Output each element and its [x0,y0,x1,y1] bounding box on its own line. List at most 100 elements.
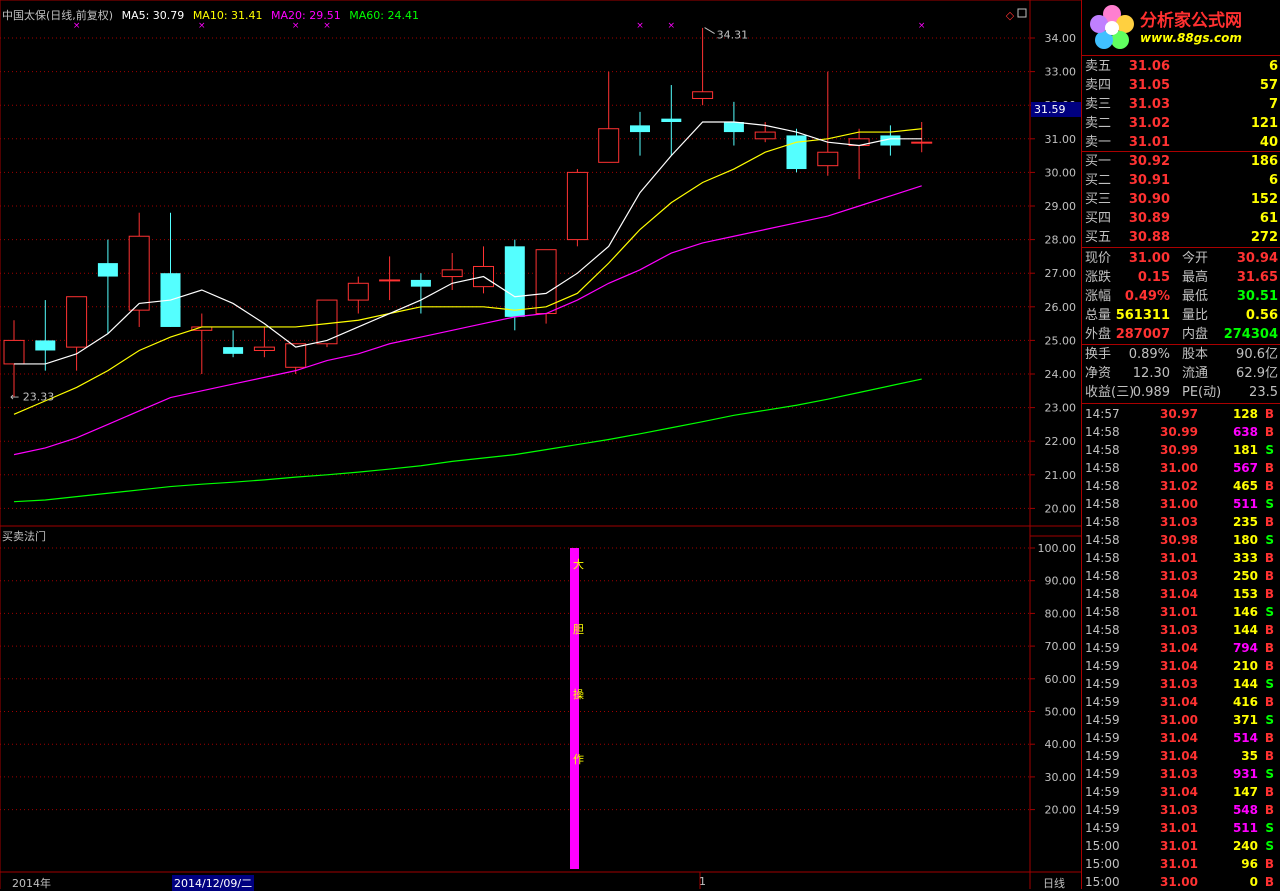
tick-row: 14:59 31.04 416 B [1085,693,1278,711]
tick-row: 14:57 30.97 128 B [1085,405,1278,423]
tick-price: 30.99 [1160,425,1198,439]
tick-row: 15:00 31.01 240 S [1085,837,1278,855]
tick-time: 14:59 [1085,713,1120,727]
ma10-label: MA10: 31.41 [192,9,263,22]
ask-volume: 40 [1259,135,1278,150]
tick-time: 14:59 [1085,659,1120,673]
quote-label: 内盘 [1182,327,1209,342]
price-axis-label: 26.00 [1045,301,1077,314]
tick-price: 31.04 [1160,749,1198,763]
tick-side: B [1264,407,1274,421]
price-axis-label: 23.00 [1045,402,1077,415]
current-price-tag: 31.59 [1031,102,1081,117]
site-logo: 分析家公式网 www.88gs.com [1082,0,1280,55]
tick-price: 30.98 [1160,533,1198,547]
tick-side: S [1265,821,1274,835]
tick-volume: 416 [1232,695,1258,709]
quote-panel: 分析家公式网 www.88gs.com 卖五 31.06 6 卖四 31.05 57 卖三 3… [1081,0,1280,889]
tick-side: B [1264,785,1274,799]
quote-label: 现价 [1085,251,1112,266]
tick-side: B [1264,641,1274,655]
high-label: 34.31 [717,29,749,42]
indicator-text-4: 作 [573,753,584,766]
ask-row: 卖四 31.05 57 [1085,76,1278,95]
ask-label: 卖一 [1085,135,1112,150]
bid-label: 买三 [1085,192,1112,207]
tick-time: 14:59 [1085,677,1120,691]
quote-label: 最低 [1182,289,1209,304]
tick-time: 14:59 [1085,767,1120,781]
tick-volume: 250 [1232,569,1258,583]
bid-price: 30.89 [1128,211,1170,226]
candle-body [410,279,431,287]
tick-time: 14:59 [1085,803,1120,817]
tick-price: 31.04 [1160,587,1198,601]
tick-volume: 511 [1232,497,1258,511]
tick-time: 15:00 [1085,839,1120,853]
tick-time: 14:58 [1085,461,1120,475]
tick-time: 14:59 [1085,641,1120,655]
quote-value: 0.56 [1245,308,1278,323]
marker-label: 1 [699,875,706,888]
tick-price: 31.02 [1160,479,1198,493]
quote-row: 涨幅 0.49% 最低 30.51 [1085,287,1278,306]
indicator-axis-label: 30.00 [1045,771,1077,784]
kline-chart[interactable]: 34.0033.0032.0031.0030.0029.0028.0027.00… [0,0,1081,889]
ask-price: 31.01 [1128,135,1170,150]
ask-row: 卖一 31.01 40 [1085,133,1278,152]
price-axis-label: 24.00 [1045,368,1077,381]
tick-price: 30.97 [1160,407,1198,421]
tick-time: 14:58 [1085,497,1120,511]
bid-volume: 152 [1250,192,1278,207]
tick-row: 14:58 31.02 465 B [1085,477,1278,495]
signal-marker: × [918,21,926,31]
tick-side: B [1264,731,1274,745]
tick-price: 31.01 [1160,857,1198,871]
tick-row: 14:58 31.03 250 B [1085,567,1278,585]
ma5-label: MA5: 30.79 [121,9,185,22]
tick-price: 31.00 [1160,875,1198,889]
bid-price: 30.92 [1128,154,1170,169]
tick-time: 14:59 [1085,785,1120,799]
bid-volume: 186 [1250,154,1278,169]
indicator-axis-label: 80.00 [1045,607,1077,620]
tick-side: B [1264,587,1274,601]
candle-body [786,135,807,170]
stats-value: 62.9亿 [1236,366,1278,381]
quote-value: 274304 [1223,327,1278,342]
stats-value: 12.30 [1132,366,1170,381]
quote-row: 总量 561311 量比 0.56 [1085,306,1278,325]
bid-price: 30.91 [1128,173,1170,188]
bid-price: 30.88 [1128,230,1170,245]
tick-row: 14:59 31.04 794 B [1085,639,1278,657]
tick-price: 31.03 [1160,767,1198,781]
tick-row: 14:58 31.03 144 B [1085,621,1278,639]
quote-label: 外盘 [1085,327,1112,342]
price-axis-label: 28.00 [1045,234,1077,247]
quote-row: 涨跌 0.15 最高 31.65 [1085,268,1278,287]
tick-side: B [1264,803,1274,817]
tick-side: B [1264,515,1274,529]
tick-time: 14:58 [1085,425,1120,439]
price-axis-label: 25.00 [1045,334,1077,347]
tick-side: S [1265,443,1274,457]
tick-row: 14:59 31.00 371 S [1085,711,1278,729]
tick-time: 14:58 [1085,551,1120,565]
price-axis-label: 20.00 [1045,502,1077,515]
indicator-axis-label: 60.00 [1045,673,1077,686]
tick-volume: 931 [1232,767,1258,781]
bid-label: 买二 [1085,173,1112,188]
tick-side: S [1265,767,1274,781]
candle-body [723,122,744,133]
signal-marker: × [636,21,644,31]
tick-time: 14:57 [1085,407,1120,421]
stats-label: 换手 [1085,347,1112,362]
ask-volume: 6 [1268,59,1278,74]
tick-side: S [1265,677,1274,691]
tick-price: 30.99 [1160,443,1198,457]
candle-body [630,125,650,133]
stats-row: 换手 0.89% 股本 90.6亿 [1085,345,1278,364]
tick-row: 14:59 31.01 511 S [1085,819,1278,837]
tick-time: 14:59 [1085,749,1120,763]
bid-row: 买二 30.91 6 [1085,171,1278,190]
